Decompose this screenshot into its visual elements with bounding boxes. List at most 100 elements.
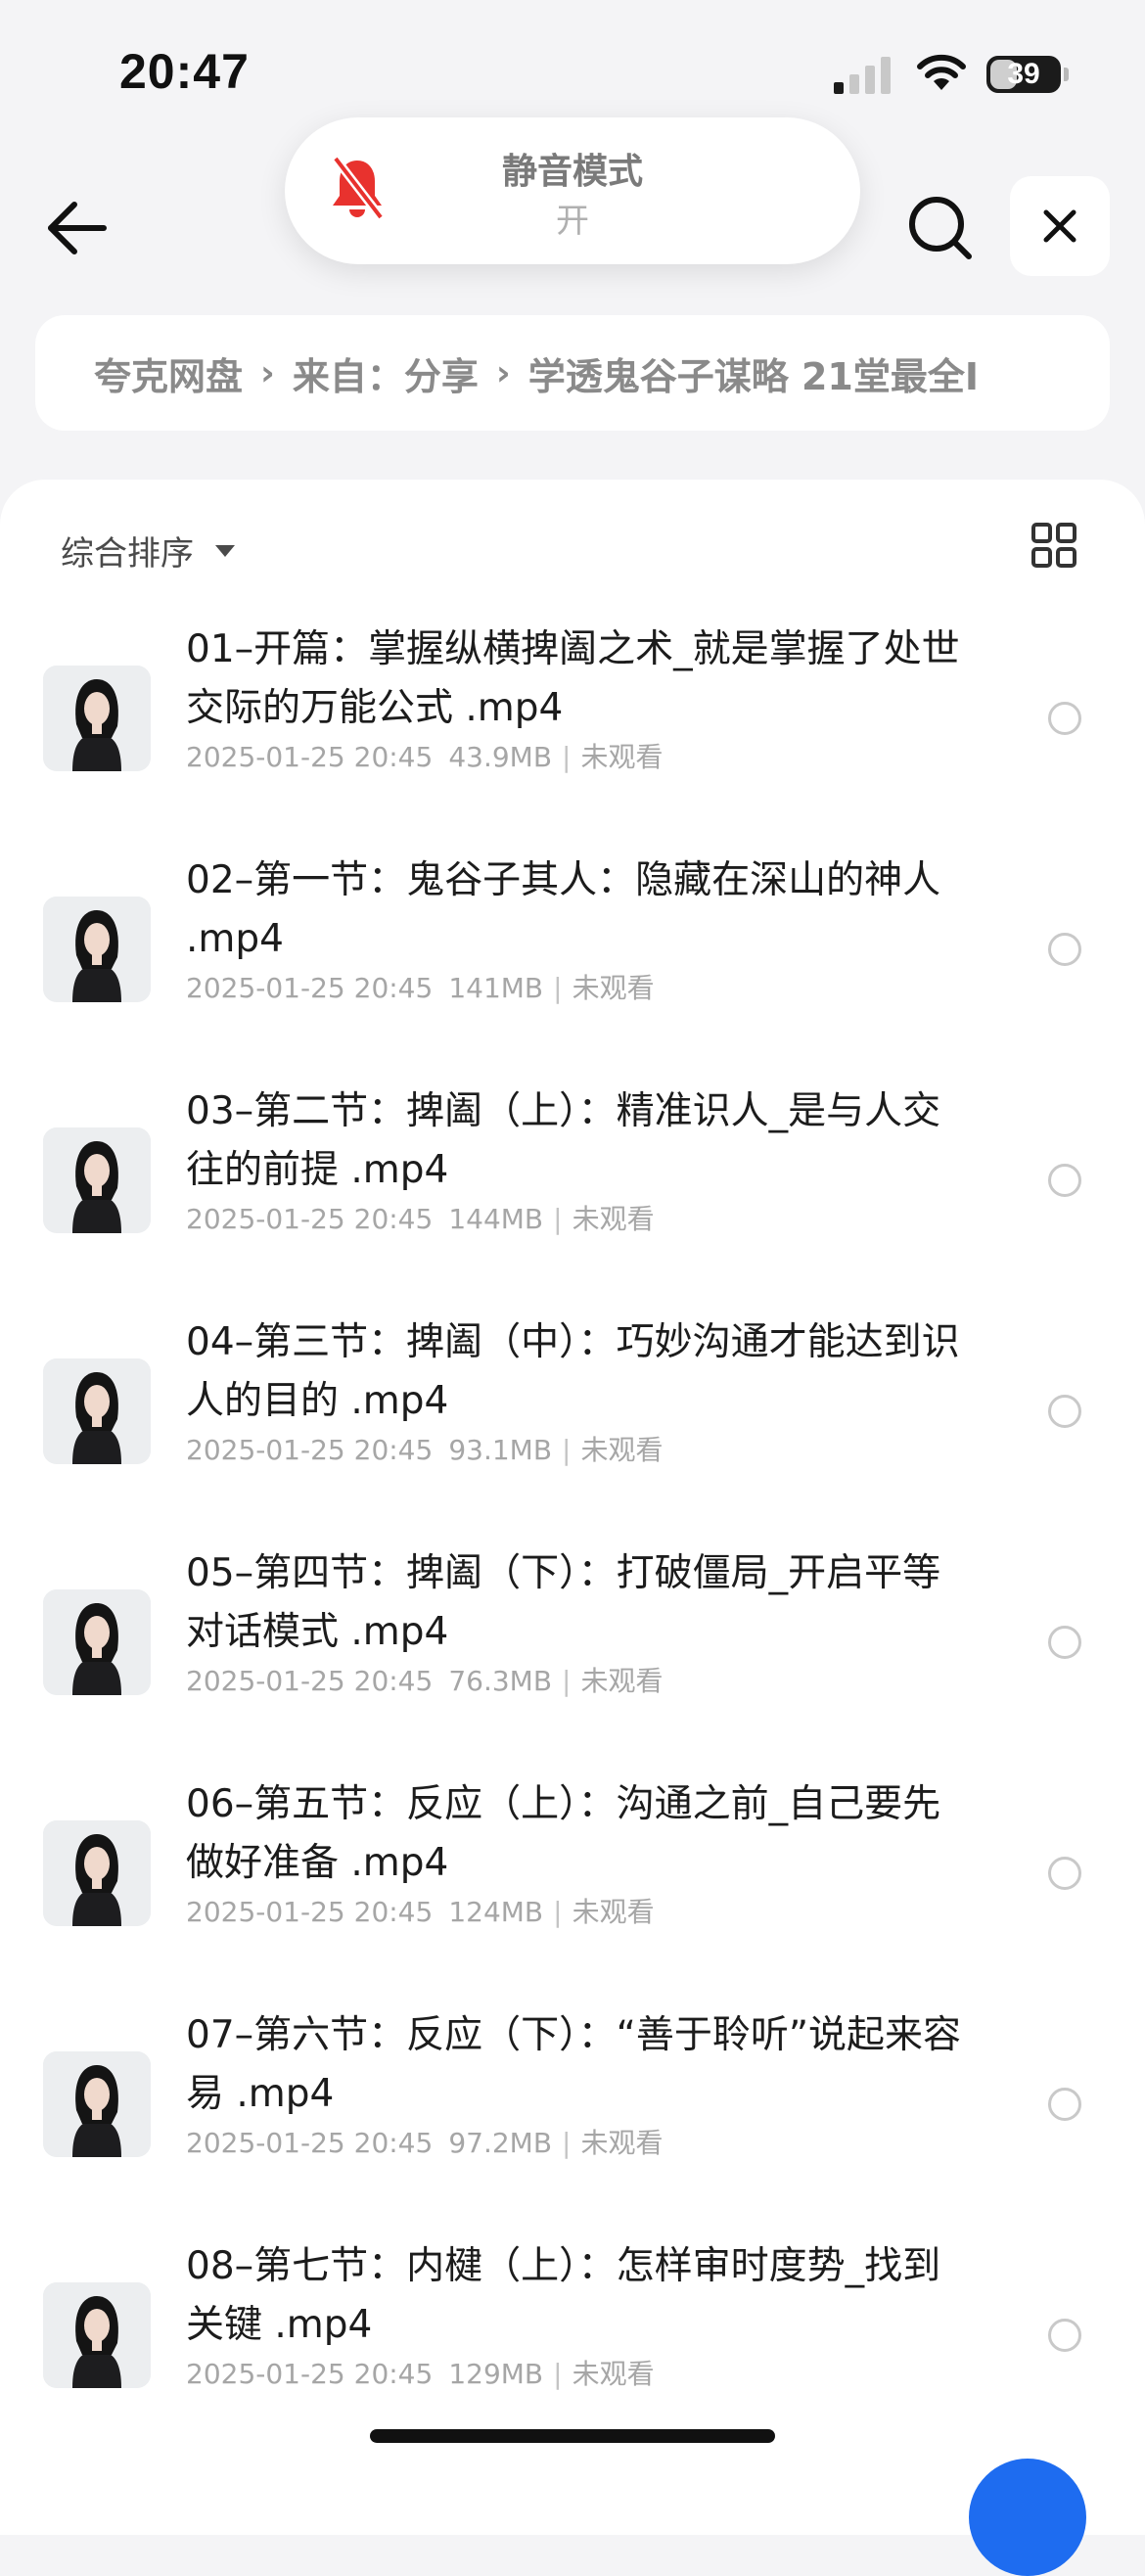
select-radio[interactable]	[1048, 2319, 1081, 2352]
meta-divider: |	[562, 741, 572, 773]
presenter-thumbnail-icon	[43, 897, 151, 1002]
caret-down-icon	[215, 544, 235, 557]
file-row[interactable]: 06–第五节：反应（上）：沟通之前_自己要先做好准备 .mp4 2025-01-2…	[0, 1758, 1145, 1989]
silent-mode-title: 静音模式	[501, 152, 643, 192]
video-thumbnail	[43, 666, 151, 771]
wifi-icon	[917, 54, 966, 90]
file-name: 03–第二节：捭阖（上）：精准识人_是与人交往的前提 .mp4	[186, 1089, 941, 1192]
watch-status: 未观看	[580, 1434, 664, 1466]
select-radio[interactable]	[1048, 2088, 1081, 2121]
file-meta: 2025-01-25 20:45 144MB | 未观看	[186, 1198, 969, 1237]
file-meta: 2025-01-25 20:45 97.2MB | 未观看	[186, 2122, 969, 2161]
silent-mode-state: 开	[556, 202, 589, 241]
file-name: 01–开篇：掌握纵横捭阖之术_就是掌握了处世交际的万能公式 .mp4	[186, 627, 960, 730]
watch-status: 未观看	[572, 972, 655, 1004]
search-icon[interactable]	[904, 192, 975, 262]
file-row[interactable]: 08–第七节：内楗（上）：怎样审时度势_找到关键 .mp4 2025-01-25 …	[0, 2220, 1145, 2451]
breadcrumb-item-root[interactable]: 夸克网盘	[94, 346, 243, 400]
battery-icon: 39	[986, 56, 1061, 93]
grid-view-icon[interactable]	[1031, 523, 1076, 568]
meta-divider: |	[553, 1203, 563, 1235]
file-size: 97.2MB	[448, 2127, 553, 2159]
file-date: 2025-01-25 20:45	[186, 741, 434, 773]
file-meta: 2025-01-25 20:45 76.3MB | 未观看	[186, 1660, 969, 1699]
file-size: 124MB	[448, 1896, 544, 1928]
presenter-thumbnail-icon	[43, 2282, 151, 2388]
select-radio[interactable]	[1048, 1857, 1081, 1890]
select-radio[interactable]	[1048, 1626, 1081, 1659]
file-size: 144MB	[448, 1203, 544, 1235]
meta-divider: |	[562, 1434, 572, 1466]
home-indicator[interactable]	[370, 2429, 775, 2443]
file-row[interactable]: 01–开篇：掌握纵横捭阖之术_就是掌握了处世交际的万能公式 .mp4 2025-0…	[0, 603, 1145, 834]
watch-status: 未观看	[580, 2127, 664, 2159]
file-meta: 2025-01-25 20:45 129MB | 未观看	[186, 2353, 969, 2392]
watch-status: 未观看	[572, 2358, 655, 2390]
file-row[interactable]: 05–第四节：捭阖（下）：打破僵局_开启平等对话模式 .mp4 2025-01-2…	[0, 1527, 1145, 1758]
file-date: 2025-01-25 20:45	[186, 2127, 434, 2159]
sort-dropdown[interactable]: 综合排序	[61, 527, 235, 575]
file-date: 2025-01-25 20:45	[186, 1203, 434, 1235]
file-date: 2025-01-25 20:45	[186, 972, 434, 1004]
file-row[interactable]: 02–第一节：鬼谷子其人：隐藏在深山的神人 .mp4 2025-01-25 20:…	[0, 834, 1145, 1065]
meta-divider: |	[553, 1896, 563, 1928]
presenter-thumbnail-icon	[43, 1820, 151, 1926]
video-thumbnail	[43, 2051, 151, 2157]
breadcrumb-item-share[interactable]: 来自：分享	[293, 346, 479, 400]
file-name: 05–第四节：捭阖（下）：打破僵局_开启平等对话模式 .mp4	[186, 1551, 941, 1654]
video-thumbnail	[43, 1127, 151, 1233]
select-radio[interactable]	[1048, 1164, 1081, 1197]
select-radio[interactable]	[1048, 702, 1081, 735]
back-arrow-icon[interactable]	[43, 194, 112, 262]
file-name: 07–第六节：反应（下）：“善于聆听”说起来容易 .mp4	[186, 2013, 962, 2116]
file-row[interactable]: 07–第六节：反应（下）：“善于聆听”说起来容易 .mp4 2025-01-25 …	[0, 1989, 1145, 2220]
file-meta: 2025-01-25 20:45 93.1MB | 未观看	[186, 1429, 969, 1468]
file-list-panel: 综合排序 01–开篇：掌握纵横捭阖之术_就是掌握了处世交际的万能公式 .mp4 2…	[0, 480, 1145, 2535]
file-date: 2025-01-25 20:45	[186, 2358, 434, 2390]
presenter-thumbnail-icon	[43, 1589, 151, 1695]
meta-divider: |	[553, 2358, 563, 2390]
file-date: 2025-01-25 20:45	[186, 1665, 434, 1697]
status-time: 20:47	[119, 44, 250, 99]
sort-label: 综合排序	[61, 534, 194, 574]
file-name: 02–第一节：鬼谷子其人：隐藏在深山的神人 .mp4	[186, 858, 941, 961]
video-thumbnail	[43, 2282, 151, 2388]
file-name: 08–第七节：内楗（上）：怎样审时度势_找到关键 .mp4	[186, 2244, 941, 2347]
silent-mode-banner: 静音模式 开	[285, 117, 860, 264]
file-size: 43.9MB	[448, 741, 553, 773]
watch-status: 未观看	[572, 1896, 655, 1928]
signal-icon	[834, 57, 891, 94]
chevron-right-icon: ›	[495, 352, 511, 393]
upload-fab-button[interactable]	[969, 2459, 1086, 2576]
file-meta: 2025-01-25 20:45 141MB | 未观看	[186, 967, 969, 1006]
breadcrumb: 夸克网盘 › 来自：分享 › 学透鬼谷子谋略 21堂最全I	[35, 315, 1110, 431]
video-thumbnail	[43, 1589, 151, 1695]
video-thumbnail	[43, 897, 151, 1002]
file-size: 93.1MB	[448, 1434, 553, 1466]
video-thumbnail	[43, 1820, 151, 1926]
file-name: 06–第五节：反应（上）：沟通之前_自己要先做好准备 .mp4	[186, 1782, 941, 1885]
presenter-thumbnail-icon	[43, 2051, 151, 2157]
chevron-right-icon: ›	[260, 352, 275, 393]
select-radio[interactable]	[1048, 933, 1081, 966]
breadcrumb-item-folder[interactable]: 学透鬼谷子谋略 21堂最全I	[528, 346, 979, 400]
presenter-thumbnail-icon	[43, 1358, 151, 1464]
battery-tip	[1064, 68, 1069, 81]
watch-status: 未观看	[580, 1665, 664, 1697]
presenter-thumbnail-icon	[43, 666, 151, 771]
file-date: 2025-01-25 20:45	[186, 1896, 434, 1928]
select-radio[interactable]	[1048, 1395, 1081, 1428]
meta-divider: |	[562, 1665, 572, 1697]
meta-divider: |	[553, 972, 563, 1004]
close-button[interactable]	[1010, 176, 1110, 276]
close-icon	[1043, 209, 1076, 243]
file-meta: 2025-01-25 20:45 43.9MB | 未观看	[186, 736, 969, 775]
file-row[interactable]: 04–第三节：捭阖（中）：巧妙沟通才能达到识人的目的 .mp4 2025-01-2…	[0, 1296, 1145, 1527]
file-row[interactable]: 03–第二节：捭阖（上）：精准识人_是与人交往的前提 .mp4 2025-01-2…	[0, 1065, 1145, 1296]
file-meta: 2025-01-25 20:45 124MB | 未观看	[186, 1891, 969, 1930]
file-size: 129MB	[448, 2358, 544, 2390]
watch-status: 未观看	[580, 741, 664, 773]
battery-percent: 39	[1007, 58, 1040, 90]
presenter-thumbnail-icon	[43, 1127, 151, 1233]
file-name: 04–第三节：捭阖（中）：巧妙沟通才能达到识人的目的 .mp4	[186, 1320, 960, 1423]
